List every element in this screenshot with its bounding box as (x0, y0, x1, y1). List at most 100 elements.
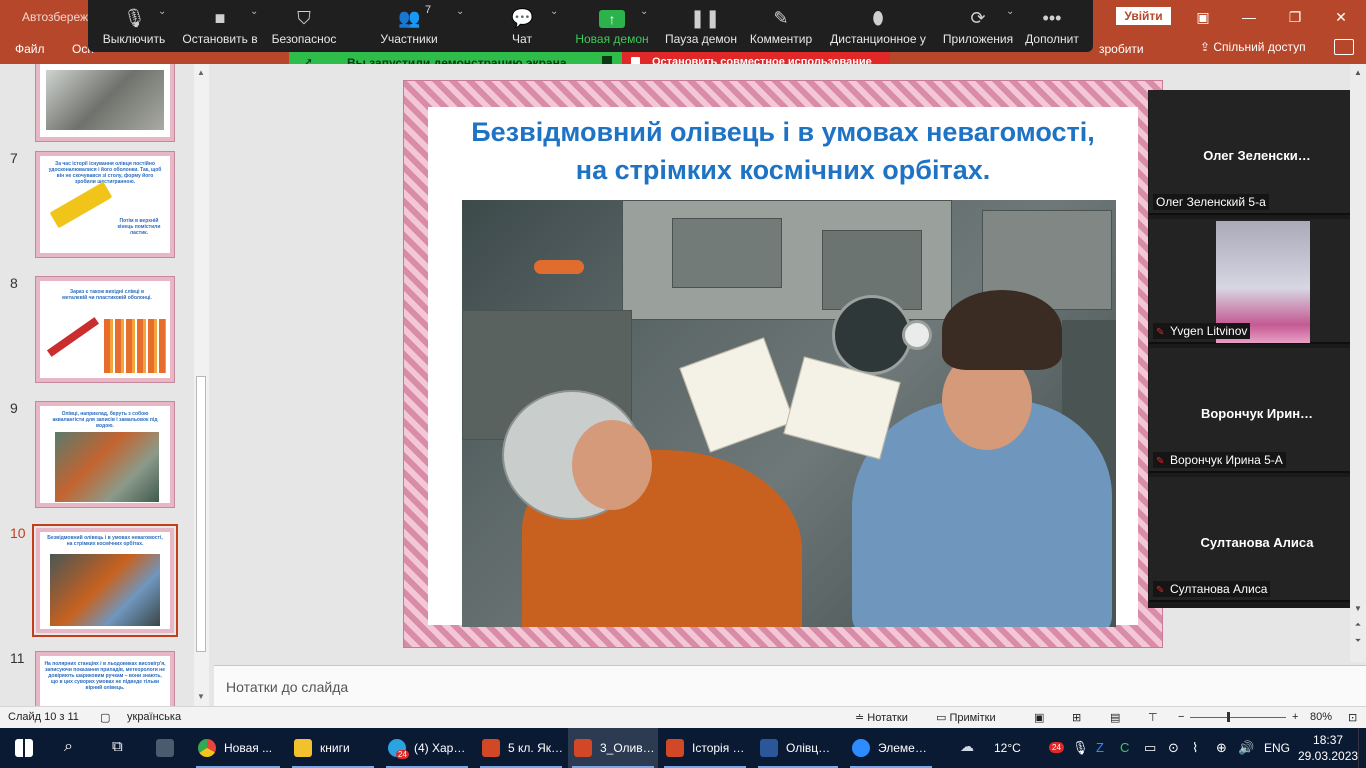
calculator-button[interactable] (144, 728, 184, 768)
new-share-button[interactable]: ↑ Новая демон ⌄ (574, 0, 650, 52)
more-button[interactable]: ••• Дополнит (1022, 0, 1082, 52)
annotate-button[interactable]: ✎ Комментир (748, 0, 814, 52)
zoom-in-icon[interactable]: + (1292, 711, 1298, 723)
slide-thumbnail[interactable]: На полярних станціях і в льодовиках висо… (35, 651, 175, 706)
taskbar-item-powerpoint-1[interactable]: 5 кл. Як… (476, 728, 566, 768)
slide-thumbnail[interactable]: Олівці, наприклад, беруть з собою аквала… (35, 401, 175, 508)
security-button[interactable]: ⛉ Безопаснос (268, 0, 340, 52)
chevron-down-icon[interactable]: ⌄ (250, 6, 258, 17)
menu-tell-me[interactable]: зробити (1099, 42, 1144, 56)
tray-notification-badge[interactable]: 24 (1049, 742, 1064, 753)
show-desktop-button[interactable] (1358, 728, 1366, 768)
system-clock[interactable]: 18:37 29.03.2023 (1298, 732, 1358, 764)
slide-sorter-icon[interactable]: ⊞ (1072, 711, 1081, 724)
slide-thumbnail[interactable]: За час історії існування олівця постійно… (35, 151, 175, 258)
menu-file[interactable]: Файл (15, 42, 45, 56)
taskbar-item-zoom[interactable]: Элеме… (846, 728, 936, 768)
participant-tile[interactable]: ✎ Yvgen Litvinov (1149, 219, 1365, 344)
slide-scrollbar[interactable]: ▲ ▼ ⏶ ⏷ (1350, 64, 1366, 662)
taskbar-item-chrome[interactable]: Новая ... (192, 728, 284, 768)
slide-title[interactable]: Безвідмовний олівець і в умовах невагомо… (428, 113, 1138, 189)
previous-slide-icon[interactable]: ⏶ (1350, 620, 1366, 630)
taskbar-item-word[interactable]: Олівц… (754, 728, 842, 768)
zoom-tray-icon[interactable]: Z (1096, 740, 1104, 755)
apps-button[interactable]: ⟳ Приложения ⌄ (940, 0, 1016, 52)
language-label[interactable]: українська (127, 711, 181, 723)
thumbnail-text: Безвідмовний олівець і в умовах невагомо… (47, 535, 163, 547)
taskbar-item-label: 3_Олив… (600, 741, 655, 755)
autosave-label[interactable]: Автозбереж (22, 10, 88, 24)
fit-slide-icon[interactable]: ⊡ (1348, 711, 1357, 724)
app-tray-icon[interactable]: C (1120, 740, 1129, 755)
taskbar-item-folder[interactable]: книги (288, 728, 378, 768)
more-label: Дополнит (1025, 32, 1079, 46)
participant-tile[interactable]: Султанова Алиса ✎ Султанова Алиса (1149, 477, 1365, 602)
chevron-down-icon[interactable]: ⌄ (550, 6, 558, 17)
notes-pane[interactable]: Нотатки до слайда (214, 666, 1366, 706)
volume-icon[interactable]: 🔊 (1238, 740, 1254, 756)
spelling-icon[interactable]: ▢ (100, 711, 110, 724)
thumbnail-number: 7 (10, 150, 18, 166)
minimize-icon[interactable]: — (1226, 6, 1272, 28)
thumbnail-scrollbar[interactable]: ▲ ▼ (194, 64, 209, 706)
zoom-slider-thumb[interactable] (1227, 712, 1230, 722)
mute-button[interactable]: 🎙 Выключить ⌄ (98, 0, 170, 52)
ribbon-display-icon[interactable]: ▣ (1180, 6, 1226, 28)
camera-tray-icon[interactable]: ⊙ (1168, 740, 1179, 756)
wifi-icon[interactable]: ⌇ (1192, 740, 1198, 756)
cosmonauts-photo[interactable] (462, 200, 1116, 627)
pause-share-label: Пауза демон (665, 32, 737, 46)
scrollbar-thumb[interactable] (196, 376, 206, 652)
slide-title-line: на стрімких космічних орбітах. (575, 155, 991, 185)
scroll-down-icon[interactable]: ▼ (196, 692, 206, 701)
reading-view-icon[interactable]: ▤ (1110, 711, 1120, 724)
dial (832, 295, 912, 375)
comments-toggle[interactable]: ▭ Примітки (936, 711, 996, 724)
slideshow-icon[interactable]: ⊤ (1148, 711, 1158, 724)
zoom-slider[interactable] (1190, 717, 1286, 718)
chat-button[interactable]: 💬 Чат ⌄ (502, 0, 558, 52)
start-button[interactable] (0, 728, 48, 768)
remote-control-button[interactable]: ⬮ Дистанционное у (828, 0, 928, 52)
chevron-down-icon[interactable]: ⌄ (1006, 6, 1014, 17)
chevron-down-icon[interactable]: ⌄ (158, 6, 166, 17)
current-slide[interactable]: Безвідмовний олівець і в умовах невагомо… (403, 80, 1163, 648)
next-slide-icon[interactable]: ⏷ (1350, 636, 1366, 646)
maximize-icon[interactable]: ❐ (1272, 6, 1318, 28)
signin-button[interactable]: Увійти (1116, 7, 1171, 25)
pause-share-button[interactable]: ❚❚ Пауза демон (664, 0, 738, 52)
notes-toggle[interactable]: ≐ Нотатки (855, 711, 908, 724)
slide-thumbnail[interactable] (35, 64, 175, 142)
chevron-down-icon[interactable]: ⌄ (640, 6, 648, 17)
taskbar-item-label: 5 кл. Як… (508, 741, 563, 755)
powerpoint-icon (574, 739, 592, 757)
taskbar-item-telegram[interactable]: 24 (4) Хар… (382, 728, 472, 768)
comments-icon[interactable] (1334, 39, 1354, 55)
task-view-button[interactable]: ⧉ (96, 728, 144, 768)
weather-widget[interactable]: ☁ 12°C (958, 728, 1032, 768)
zoom-level[interactable]: 80% (1310, 711, 1332, 723)
share-button[interactable]: ⇪ Спільний доступ (1200, 40, 1306, 54)
search-button[interactable]: ⌕ (48, 728, 96, 768)
participant-tile[interactable]: Ворончук Ирин… ✎ Ворончук Ирина 5-А (1149, 348, 1365, 473)
stop-video-button[interactable]: ■ Остановить в ⌄ (180, 0, 260, 52)
close-icon[interactable]: ✕ (1318, 6, 1364, 28)
chevron-down-icon[interactable]: ⌄ (456, 6, 464, 20)
windows-taskbar: ⌕ ⧉ Новая ... книги 24 (4) Хар… 5 кл. Як… (0, 728, 1366, 768)
taskbar-item-powerpoint-active[interactable]: 3_Олив… (568, 728, 658, 768)
participant-tile[interactable]: Олег Зеленски… Олег Зеленский 5-а (1149, 90, 1365, 215)
zoom-out-icon[interactable]: − (1178, 711, 1184, 723)
input-language[interactable]: ENG (1264, 741, 1290, 755)
scroll-up-icon[interactable]: ▲ (1350, 68, 1366, 77)
participants-button[interactable]: 👥 Участники (374, 0, 444, 52)
network-icon[interactable]: ⊕ (1216, 740, 1227, 756)
slide-thumbnail-active[interactable]: Безвідмовний олівець і в умовах невагомо… (32, 524, 178, 637)
slide-thumbnail[interactable]: Зараз є також вихідні слівці в металевій… (35, 276, 175, 383)
clock-date: 29.03.2023 (1298, 749, 1359, 763)
normal-view-icon[interactable]: ▣ (1034, 711, 1044, 724)
taskbar-item-powerpoint-2[interactable]: Історія … (660, 728, 750, 768)
scroll-up-icon[interactable]: ▲ (196, 68, 206, 77)
battery-icon[interactable]: ▭ (1144, 740, 1156, 756)
scroll-down-icon[interactable]: ▼ (1350, 604, 1366, 613)
microphone-tray-icon[interactable]: 🎙 (1072, 740, 1089, 756)
